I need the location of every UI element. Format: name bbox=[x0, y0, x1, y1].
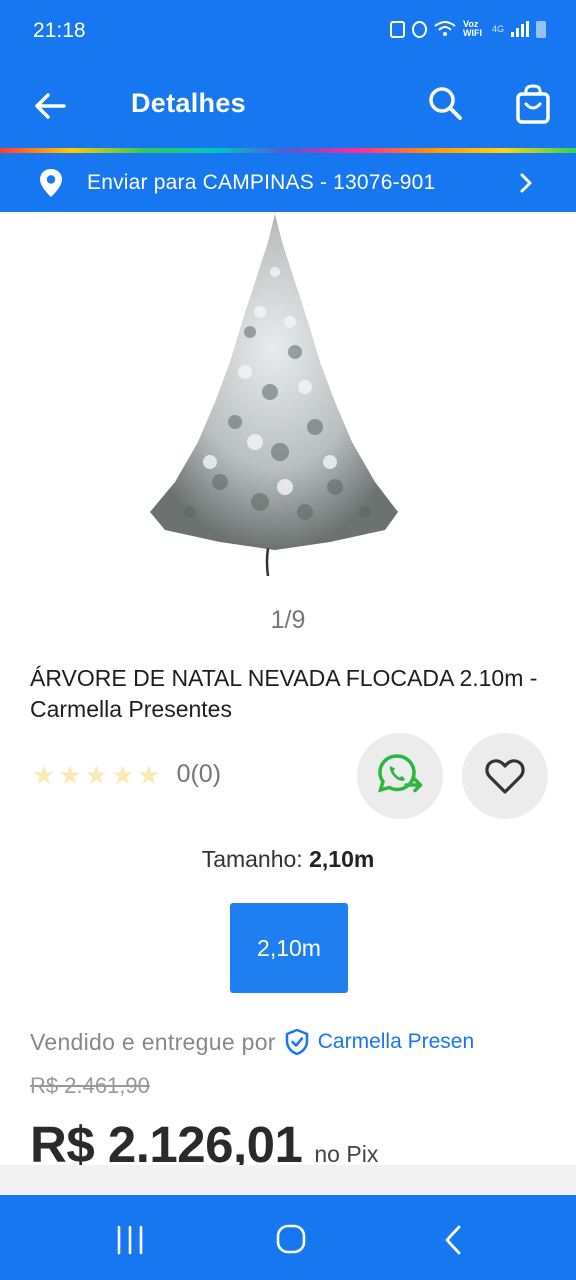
size-label-prefix: Tamanho: bbox=[201, 846, 303, 872]
app-header: Detalhes bbox=[0, 64, 576, 148]
star-icon: ★ bbox=[32, 759, 56, 790]
product-title: ÁRVORE DE NATAL NEVADA FLOCADA 2.10m - C… bbox=[30, 665, 538, 722]
star-icon: ★ bbox=[58, 759, 82, 790]
chevron-right-icon bbox=[520, 173, 532, 193]
rating-count: 0(0) bbox=[176, 760, 222, 788]
bottom-sheet-edge bbox=[0, 1165, 576, 1195]
product-rating[interactable]: ★ ★ ★ ★ ★ 0(0) bbox=[32, 760, 221, 789]
page-title: Detalhes bbox=[131, 88, 246, 118]
battery-icon bbox=[536, 20, 546, 38]
star-icon: ★ bbox=[137, 759, 161, 790]
size-option-button[interactable]: 2,10m bbox=[230, 903, 348, 993]
whatsapp-icon bbox=[377, 754, 423, 793]
wifi-calling-icon bbox=[434, 21, 456, 36]
star-icon: ★ bbox=[84, 759, 108, 790]
network-type: 4G bbox=[491, 23, 504, 34]
shopping-bag-icon[interactable] bbox=[508, 80, 558, 130]
seller-info: Vendido e entregue por Carmella Presen bbox=[30, 1028, 474, 1056]
verified-shield-icon bbox=[285, 1028, 308, 1056]
search-icon[interactable] bbox=[422, 80, 470, 128]
sim-icon bbox=[389, 20, 405, 38]
signal-icon bbox=[511, 21, 529, 37]
recent-apps-icon[interactable] bbox=[114, 1225, 146, 1255]
home-icon[interactable] bbox=[275, 1223, 307, 1255]
old-price: R$ 2.461,90 bbox=[30, 1073, 150, 1098]
price-payment-method: no Pix bbox=[314, 1141, 379, 1167]
size-label-value: 2,10m bbox=[309, 846, 375, 872]
seller-prefix: Vendido e entregue por bbox=[30, 1028, 276, 1055]
size-label: Tamanho: 2,10m bbox=[0, 846, 576, 873]
product-image[interactable] bbox=[130, 212, 420, 582]
status-bar: 21:18 Voz WIFI 4G bbox=[0, 0, 576, 64]
status-icons: Voz WIFI 4G bbox=[389, 19, 546, 38]
gallery-page-indicator: 1/9 bbox=[270, 606, 306, 634]
location-pin-icon bbox=[40, 169, 62, 197]
delivery-location-bar[interactable]: Enviar para CAMPINAS - 13076-901 bbox=[0, 153, 576, 212]
rating-stars: ★ ★ ★ ★ ★ bbox=[32, 762, 161, 788]
network-label: Voz WIFI bbox=[462, 19, 482, 38]
favorite-button[interactable] bbox=[462, 733, 548, 819]
delivery-address-text: Enviar para CAMPINAS - 13076-901 bbox=[87, 171, 436, 194]
seller-name-link[interactable]: Carmella Presen bbox=[318, 1030, 474, 1054]
heart-icon bbox=[485, 759, 525, 794]
share-whatsapp-button[interactable] bbox=[357, 733, 443, 819]
system-back-icon[interactable] bbox=[440, 1224, 466, 1256]
arrow-left-icon[interactable] bbox=[28, 84, 72, 128]
star-icon: ★ bbox=[110, 759, 135, 790]
system-navigation-bar bbox=[0, 1195, 576, 1280]
status-time: 21:18 bbox=[33, 19, 86, 42]
alarm-icon bbox=[411, 20, 427, 38]
